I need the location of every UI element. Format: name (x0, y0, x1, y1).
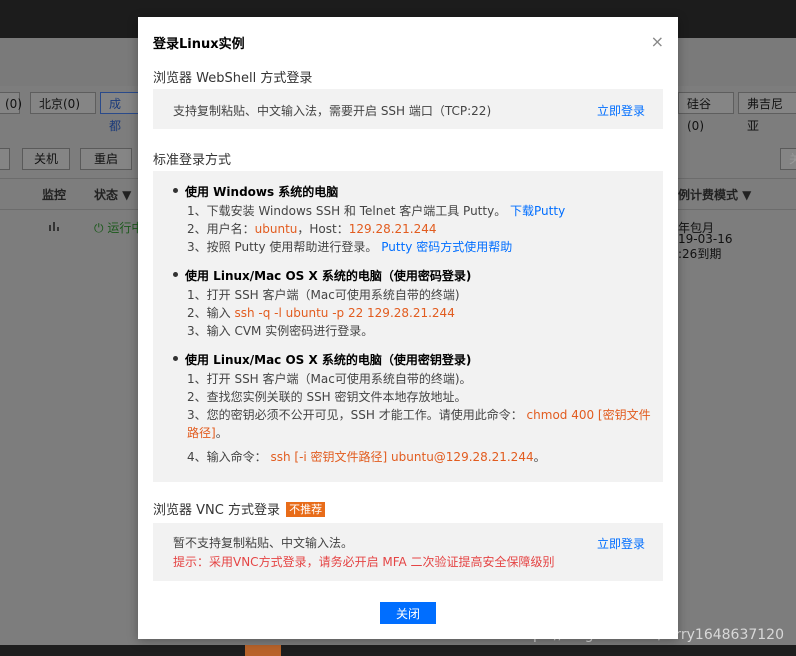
shutdown-button[interactable]: 关机 (22, 148, 70, 170)
restart-button[interactable]: 重启 (80, 148, 132, 170)
vnc-description: 暂不支持复制粘贴、中文输入法。 (173, 536, 354, 550)
vnc-box: 暂不支持复制粘贴、中文输入法。 提示：采用VNC方式登录，请务必开启 MFA 二… (153, 523, 663, 581)
windows-step-3-text: 3、按照 Putty 使用帮助进行登录。 (187, 240, 378, 254)
linux-key-step-3: 3、您的密钥必须不公开可见，SSH 才能工作。请使用此命令： chmod 400… (185, 406, 651, 442)
linux-password-step-3: 3、输入 CVM 实例密码进行登录。 (187, 324, 374, 338)
linux-key-step-4: 4、输入命令： ssh [-i 密钥文件路径] ubuntu@129.28.21… (185, 448, 651, 466)
not-recommended-badge: 不推荐 (286, 502, 326, 517)
linux-password-step-1: 1、打开 SSH 客户端（Mac可使用系统自带的终端) (187, 288, 460, 302)
method-windows: 使用 Windows 系统的电脑 1、下载安装 Windows SSH 和 Te… (171, 183, 651, 256)
region-tab-beijing[interactable]: 北京(0) (30, 92, 96, 114)
method-linux-password: 使用 Linux/Mac OS X 系统的电脑（使用密码登录) 1、打开 SSH… (171, 267, 651, 340)
windows-step-2-mid: ，Host： (297, 222, 349, 236)
standard-section-title: 标准登录方式 (153, 153, 232, 168)
vnc-login-link[interactable]: 立即登录 (597, 535, 645, 552)
modal-title: 登录Linux实例 (153, 37, 245, 52)
column-header-status[interactable]: 状态 ▼ (94, 186, 131, 203)
standard-methods-list: 使用 Windows 系统的电脑 1、下载安装 Windows SSH 和 Te… (171, 183, 651, 477)
webshell-description: 支持复制粘贴、中文输入法，需要开启 SSH 端口（TCP:22) (173, 104, 492, 118)
toolbar-button-partial[interactable] (0, 148, 10, 170)
region-tab-previous[interactable]: (0) (0, 92, 22, 114)
monitor-chart-icon[interactable] (48, 220, 60, 235)
method-linux-password-heading: 使用 Linux/Mac OS X 系统的电脑（使用密码登录) (185, 269, 472, 283)
taskbar-active-item[interactable] (245, 645, 281, 656)
windows-username-value: ubuntu (254, 222, 298, 236)
ssh-password-command: ssh -q -l ubuntu -p 22 129.28.21.244 (234, 306, 455, 320)
status-running: ⏻ 运行中 (94, 221, 144, 235)
linux-key-step-1: 1、打开 SSH 客户端（Mac可使用系统自带的终端)。 (187, 372, 472, 386)
toolbar-button-right[interactable]: 关 (780, 148, 796, 170)
bullet-icon (173, 188, 178, 193)
windows-step-1-text: 1、下载安装 Windows SSH 和 Telnet 客户端工具 Putty。 (187, 204, 507, 218)
linux-key-step-3-end: 。 (215, 426, 228, 440)
region-tab-virginia[interactable]: 弗吉尼亚 (738, 92, 796, 133)
linux-password-step-2: 2、输入 ssh -q -l ubuntu -p 22 129.28.21.24… (185, 304, 651, 322)
vnc-section-title: 浏览器 VNC 方式登录 不推荐 (153, 499, 326, 518)
webshell-section-title: 浏览器 WebShell 方式登录 (153, 71, 313, 86)
windows-step-2: 2、用户名：ubuntu，Host：129.28.21.244 (185, 220, 651, 238)
region-tab-silicon-valley[interactable]: 硅谷(0) (678, 92, 734, 133)
bullet-icon (173, 272, 178, 277)
download-putty-link[interactable]: 下载Putty (510, 204, 565, 218)
webshell-login-link[interactable]: 立即登录 (597, 102, 645, 119)
method-linux-key-heading: 使用 Linux/Mac OS X 系统的电脑（使用密钥登录) (185, 353, 472, 367)
column-header-billing[interactable]: 例计费模式 ▼ (678, 186, 751, 203)
close-button[interactable]: 关闭 (380, 602, 436, 624)
region-tab-chengdu[interactable]: 成都 (100, 92, 140, 133)
windows-step-1: 1、下载安装 Windows SSH 和 Telnet 客户端工具 Putty。… (185, 202, 651, 220)
linux-key-step-4-prefix: 4、输入命令： (187, 450, 267, 464)
billing-date-value: 19-03-16 (678, 232, 733, 246)
method-windows-heading: 使用 Windows 系统的电脑 (185, 185, 339, 199)
putty-help-link[interactable]: Putty 密码方式使用帮助 (381, 240, 512, 254)
webshell-box: 支持复制粘贴、中文输入法，需要开启 SSH 端口（TCP:22) 立即登录 (153, 89, 663, 129)
standard-methods-box: 使用 Windows 系统的电脑 1、下载安装 Windows SSH 和 Te… (153, 171, 663, 482)
close-icon[interactable]: × (651, 34, 664, 50)
bullet-icon (173, 356, 178, 361)
billing-expiry-value: :26到期 (678, 247, 722, 261)
vnc-mfa-warning: 提示：采用VNC方式登录，请务必开启 MFA 二次验证提高安全保障级别 (173, 555, 555, 569)
windows-step-2-prefix: 2、用户名： (187, 222, 255, 236)
vnc-section-title-text: 浏览器 VNC 方式登录 (153, 503, 280, 518)
method-linux-key: 使用 Linux/Mac OS X 系统的电脑（使用密钥登录) 1、打开 SSH… (171, 351, 651, 466)
linux-key-step-2: 2、查找您实例关联的 SSH 密钥文件本地存放地址。 (187, 390, 467, 404)
ssh-key-command: ssh [-i 密钥文件路径] ubuntu@129.28.21.244 (270, 450, 534, 464)
linux-password-step-2-prefix: 2、输入 (187, 306, 231, 320)
column-header-monitor: 监控 (42, 188, 67, 202)
linux-key-step-3-text: 3、您的密钥必须不公开可见，SSH 才能工作。请使用此命令： (187, 408, 523, 422)
windows-host-value: 129.28.21.244 (348, 222, 437, 236)
login-linux-modal: 登录Linux实例 × 浏览器 WebShell 方式登录 支持复制粘贴、中文输… (138, 17, 678, 639)
linux-key-step-4-end: 。 (533, 450, 546, 464)
taskbar (0, 645, 796, 656)
windows-step-3: 3、按照 Putty 使用帮助进行登录。 Putty 密码方式使用帮助 (185, 238, 651, 256)
